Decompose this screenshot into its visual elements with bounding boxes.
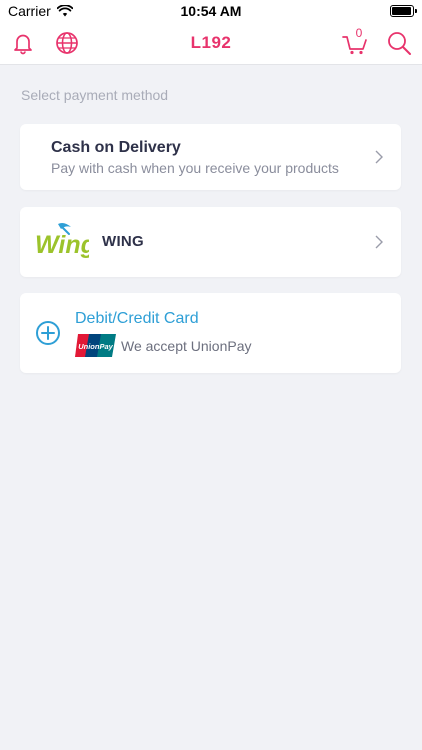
cod-title: Cash on Delivery [51, 139, 181, 156]
add-circle-icon[interactable] [35, 320, 61, 346]
cod-subtitle: Pay with cash when you receive your prod… [51, 160, 339, 176]
unionpay-logo: UnionPay [75, 334, 116, 357]
svg-text:Wing: Wing [35, 231, 89, 259]
battery-icon [390, 5, 417, 17]
card-subtitle: We accept UnionPay [121, 338, 252, 354]
cash-on-delivery-option[interactable]: Cash on Delivery Pay with cash when you … [20, 124, 401, 190]
card-title: Debit/Credit Card [75, 310, 199, 327]
wing-name: WING [102, 233, 145, 250]
chevron-right-icon [375, 235, 383, 249]
chevron-right-icon [375, 150, 383, 164]
svg-text:UnionPay: UnionPay [78, 342, 113, 351]
wing-option[interactable]: Wing WING [20, 207, 401, 277]
status-bar: Carrier 10:54 AM [0, 0, 422, 22]
search-icon[interactable] [386, 30, 412, 56]
section-label: Select payment method [21, 87, 169, 103]
cart-count-badge: 0 [355, 26, 363, 40]
wing-logo: Wing [35, 223, 89, 259]
debit-credit-card-option[interactable]: Debit/Credit Card UnionPay We accept Uni… [20, 293, 401, 373]
status-time: 10:54 AM [180, 3, 242, 19]
nav-bar: L192 0 [0, 22, 422, 65]
